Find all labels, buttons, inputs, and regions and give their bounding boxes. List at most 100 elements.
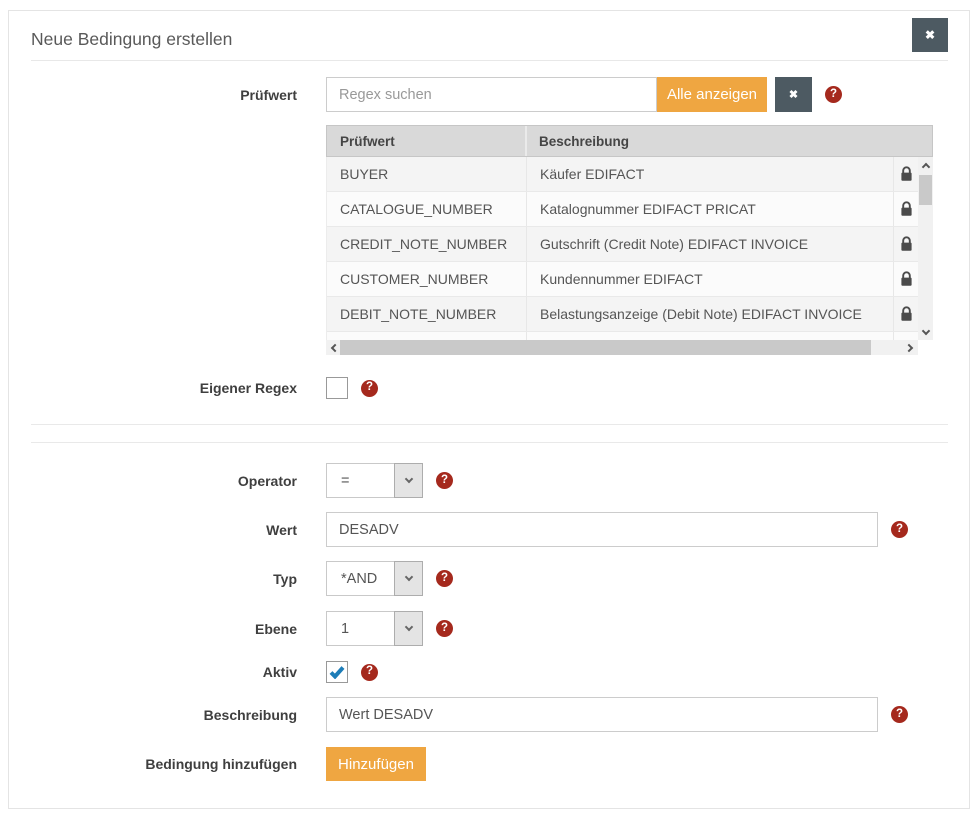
scroll-right-arrow[interactable] — [903, 340, 918, 355]
chevron-right-icon — [905, 343, 913, 351]
eigener-regex-label: Eigener Regex — [31, 380, 326, 396]
aktiv-help-icon[interactable]: ? — [361, 664, 378, 681]
table-body: BUYER Käufer EDIFACT CATALOGUE_NUMBER Ka… — [326, 157, 918, 340]
lock-icon — [900, 166, 913, 182]
vertical-scrollbar-thumb[interactable] — [919, 175, 932, 205]
lock-cell — [894, 332, 918, 340]
table-row[interactable]: CUSTOMER_NUMBER Kundennummer EDIFACT — [327, 262, 918, 297]
chevron-down-icon — [921, 326, 929, 334]
cell-beschreibung: Käufer EDIFACT — [527, 157, 894, 191]
typ-help-icon[interactable]: ? — [436, 570, 453, 587]
chevron-down-icon — [404, 623, 412, 631]
ebene-select[interactable]: 1 — [326, 611, 423, 646]
cell-beschreibung: Kundennummer EDIFACT — [527, 262, 894, 296]
ebene-select-button[interactable] — [394, 611, 423, 646]
cell-beschreibung: Gutschrift (Credit Note) EDIFACT INVOICE — [527, 227, 894, 261]
scroll-left-arrow[interactable] — [326, 340, 341, 355]
pruefwert-table-row: Prüfwert Beschreibung BUYER Käufer EDIFA… — [31, 125, 948, 355]
cell-beschreibung: Katalognummer EDIFACT PRICAT — [527, 192, 894, 226]
beschreibung-help-icon[interactable]: ? — [891, 706, 908, 723]
typ-row: Typ *AND ? — [31, 561, 948, 596]
table-row[interactable]: DEBIT_NOTE_NUMBER Belastungsanzeige (Deb… — [327, 297, 918, 332]
cell-pruefwert: CREDIT_NOTE_NUMBER — [327, 227, 527, 261]
form-content: Prüfwert Alle anzeigen ✖ ? Prüfwert Besc… — [9, 61, 969, 781]
cell-pruefwert: CATALOGUE_NUMBER — [327, 192, 527, 226]
lock-icon — [900, 271, 913, 287]
eigener-regex-help-icon[interactable]: ? — [361, 380, 378, 397]
beschreibung-label: Beschreibung — [31, 707, 326, 723]
wert-help-icon[interactable]: ? — [891, 521, 908, 538]
checkmark-icon — [329, 665, 345, 679]
horizontal-scrollbar-thumb[interactable] — [340, 340, 871, 355]
pruefwert-help-icon[interactable]: ? — [825, 86, 842, 103]
wert-row: Wert ? — [31, 512, 948, 547]
ebene-help-icon[interactable]: ? — [436, 620, 453, 637]
typ-select-value: *AND — [327, 562, 395, 595]
show-all-button[interactable]: Alle anzeigen — [657, 77, 767, 112]
cell-pruefwert: DEBIT_NOTE_NUMBER — [327, 297, 527, 331]
column-header-pruefwert: Prüfwert — [327, 126, 527, 156]
section-divider — [31, 424, 948, 443]
pruefwert-table: Prüfwert Beschreibung BUYER Käufer EDIFA… — [326, 125, 933, 355]
dialog-header: Neue Bedingung erstellen ✖ — [9, 11, 969, 52]
aktiv-checkbox[interactable] — [326, 661, 348, 683]
chevron-down-icon — [404, 573, 412, 581]
close-button[interactable]: ✖ — [912, 18, 948, 52]
table-header: Prüfwert Beschreibung — [326, 125, 933, 157]
chevron-left-icon — [331, 343, 339, 351]
chevron-down-icon — [404, 475, 412, 483]
aktiv-row: Aktiv ? — [31, 661, 948, 683]
pruefwert-search-row: Prüfwert Alle anzeigen ✖ ? — [31, 77, 948, 112]
scrollbar-corner — [918, 340, 933, 355]
eigener-regex-checkbox[interactable] — [326, 377, 348, 399]
column-header-beschreibung: Beschreibung — [527, 134, 932, 149]
typ-label: Typ — [31, 571, 326, 587]
lock-cell — [894, 192, 918, 226]
table-row[interactable]: CATALOGUE_NUMBER Katalognummer EDIFACT P… — [327, 192, 918, 227]
lock-cell — [894, 262, 918, 296]
table-row[interactable]: BUYER Käufer EDIFACT — [327, 157, 918, 192]
table-row[interactable] — [327, 332, 918, 340]
operator-select-button[interactable] — [394, 463, 423, 498]
operator-label: Operator — [31, 473, 326, 489]
lock-icon — [900, 201, 913, 217]
cell-pruefwert: BUYER — [327, 157, 527, 191]
ebene-row: Ebene 1 ? — [31, 611, 948, 646]
cell-beschreibung: Belastungsanzeige (Debit Note) EDIFACT I… — [527, 297, 894, 331]
add-condition-row: Bedingung hinzufügen Hinzufügen — [31, 747, 948, 781]
typ-select[interactable]: *AND — [326, 561, 423, 596]
regex-search-input[interactable] — [326, 77, 657, 112]
lock-icon — [900, 306, 913, 322]
eigener-regex-row: Eigener Regex ? — [31, 377, 948, 399]
operator-select[interactable]: = — [326, 463, 423, 498]
typ-select-button[interactable] — [394, 561, 423, 596]
lock-icon — [900, 236, 913, 252]
beschreibung-row: Beschreibung ? — [31, 697, 948, 732]
ebene-select-value: 1 — [327, 612, 395, 645]
lock-cell — [894, 297, 918, 331]
wert-label: Wert — [31, 522, 326, 538]
close-icon: ✖ — [925, 28, 935, 42]
add-button[interactable]: Hinzufügen — [326, 747, 426, 781]
operator-select-value: = — [327, 464, 395, 497]
beschreibung-input[interactable] — [326, 697, 878, 732]
chevron-up-icon — [921, 162, 929, 170]
ebene-label: Ebene — [31, 621, 326, 637]
scroll-up-arrow[interactable] — [918, 157, 933, 173]
aktiv-label: Aktiv — [31, 664, 326, 680]
clear-search-button[interactable]: ✖ — [775, 77, 812, 112]
cell-pruefwert: CUSTOMER_NUMBER — [327, 262, 527, 296]
lock-cell — [894, 227, 918, 261]
lock-cell — [894, 157, 918, 191]
pruefwert-label: Prüfwert — [31, 87, 326, 103]
dialog-panel: Neue Bedingung erstellen ✖ Prüfwert Alle… — [8, 10, 970, 809]
scroll-down-arrow[interactable] — [918, 324, 933, 340]
table-row[interactable]: CREDIT_NOTE_NUMBER Gutschrift (Credit No… — [327, 227, 918, 262]
vertical-scrollbar[interactable] — [918, 157, 933, 340]
wert-input[interactable] — [326, 512, 878, 547]
cell-beschreibung — [527, 332, 894, 340]
horizontal-scrollbar[interactable] — [326, 340, 918, 355]
clear-icon: ✖ — [789, 88, 798, 101]
page-title: Neue Bedingung erstellen — [31, 18, 232, 50]
operator-help-icon[interactable]: ? — [436, 472, 453, 489]
